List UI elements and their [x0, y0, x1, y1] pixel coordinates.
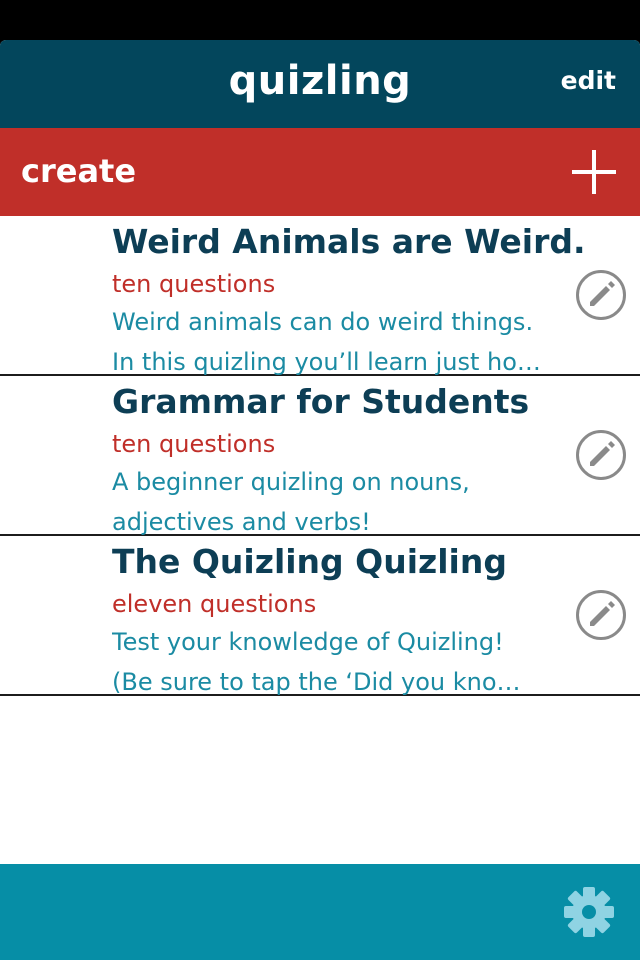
edit-quiz-button[interactable] [576, 270, 626, 320]
edit-quiz-button[interactable] [576, 430, 626, 480]
plus-icon [572, 150, 616, 194]
pencil-icon [590, 281, 615, 306]
quiz-list: Weird Animals are Weird. ten questions W… [0, 216, 640, 696]
create-quiz-button[interactable]: create [0, 128, 640, 216]
question-count: ten questions [112, 430, 276, 458]
quiz-description: Weird animals can do weird things. In th… [112, 302, 562, 382]
gear-icon [564, 887, 614, 937]
edit-quiz-button[interactable] [576, 590, 626, 640]
question-count: ten questions [112, 270, 276, 298]
question-count: eleven questions [112, 590, 317, 618]
edit-button[interactable]: edit [561, 66, 616, 95]
description-line: A beginner quizling on nouns, [112, 468, 470, 496]
description-line: Weird animals can do weird things. [112, 308, 534, 336]
quiz-item[interactable]: The Quizling Quizling eleven questions T… [0, 536, 640, 696]
app-title: quizling [228, 58, 412, 104]
description-line: Test your knowledge of Quizling! [112, 628, 504, 656]
pencil-icon [590, 441, 615, 466]
quiz-title: Grammar for Students [112, 382, 530, 421]
settings-button[interactable] [563, 886, 615, 938]
navigation-bar: quizling edit [0, 40, 640, 128]
app-window: quizling edit create Weird Animals are W… [0, 40, 640, 960]
pencil-icon [590, 601, 615, 626]
description-line: (Be sure to tap the ‘Did you kno… [112, 668, 521, 696]
quiz-title: The Quizling Quizling [112, 542, 507, 581]
create-label: create [21, 152, 137, 190]
quiz-description: A beginner quizling on nouns, adjectives… [112, 462, 562, 542]
quiz-item[interactable]: Weird Animals are Weird. ten questions W… [0, 216, 640, 376]
bottom-toolbar [0, 864, 640, 960]
quiz-title: Weird Animals are Weird. [112, 222, 586, 261]
quiz-description: Test your knowledge of Quizling! (Be sur… [112, 622, 562, 702]
quiz-item[interactable]: Grammar for Students ten questions A beg… [0, 376, 640, 536]
